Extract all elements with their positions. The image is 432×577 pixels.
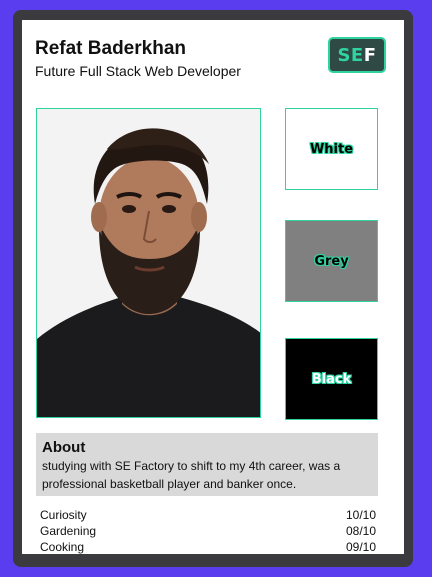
hobby-name: Cooking [40,540,85,554]
hobby-row: Cooking 09/10 [40,539,376,554]
se-factory-logo: SEF [328,37,386,73]
logo-se: SE [337,44,364,66]
about-section: About studying with SE Factory to shift … [36,433,378,496]
about-text: studying with SE Factory to shift to my … [42,459,341,491]
swatch-white[interactable]: White [285,108,378,190]
swatch-black-label: Black [311,371,352,387]
logo-f: F [363,44,377,66]
profile-photo [36,108,261,418]
hobby-score: 08/10 [345,524,376,538]
profile-card: Refat Baderkhan Future Full Stack Web De… [22,20,404,554]
profile-name: Refat Baderkhan [35,38,186,59]
profile-title: Future Full Stack Web Developer [35,63,241,79]
about-title: About [42,439,86,456]
logo-text: SEF [337,45,376,66]
swatch-black[interactable]: Black [285,338,378,420]
hobby-score: 10/10 [345,508,376,522]
hobby-row: Gardening 08/10 [40,523,376,539]
hobbies-list: Curiosity 10/10 Gardening 08/10 Cooking … [40,507,376,554]
swatch-white-label: White [309,141,354,157]
hobby-row: Curiosity 10/10 [40,507,376,523]
hobby-name: Curiosity [40,508,87,522]
hobby-score: 09/10 [345,540,376,554]
swatch-grey-label: Grey [314,253,349,269]
swatch-grey[interactable]: Grey [285,220,378,302]
hobby-name: Gardening [40,524,97,538]
portrait-photo-icon [37,109,260,417]
